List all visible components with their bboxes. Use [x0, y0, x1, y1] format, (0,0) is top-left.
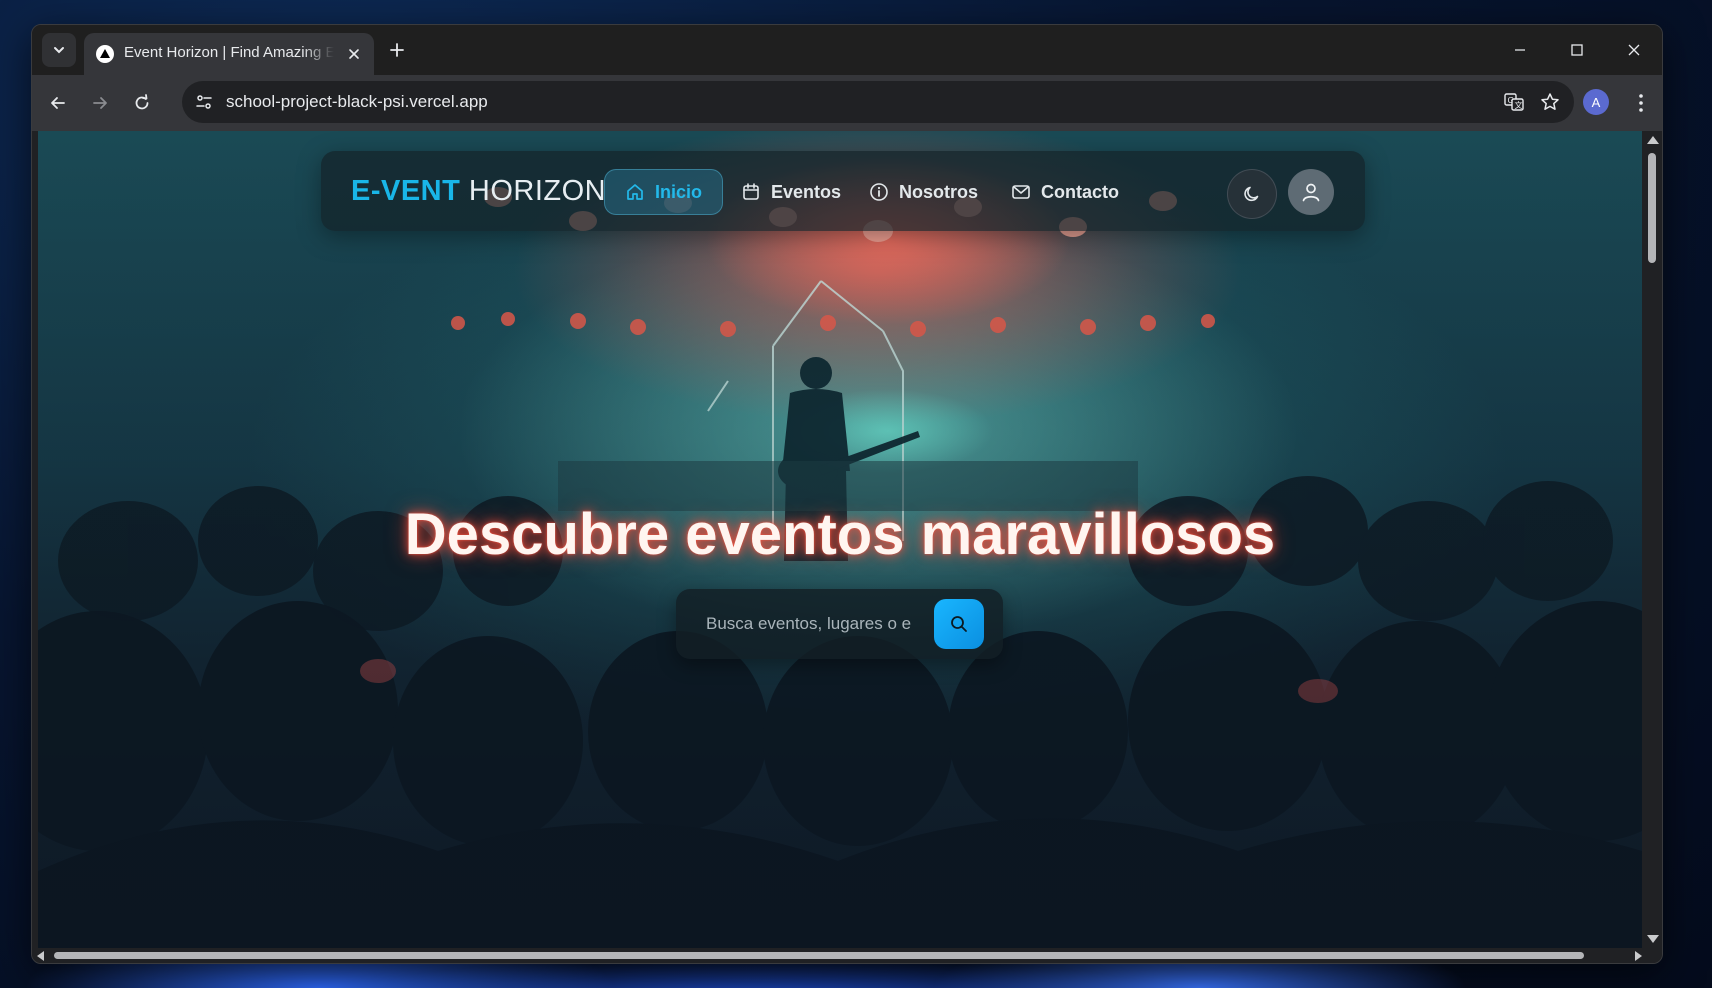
nav-label: Nosotros [899, 181, 979, 202]
chevron-down-icon [54, 47, 64, 54]
mail-icon [1011, 182, 1031, 202]
scroll-right-arrow-icon[interactable] [1635, 951, 1642, 961]
moon-icon [1244, 186, 1259, 202]
user-icon [1302, 183, 1320, 202]
plus-icon [390, 43, 404, 57]
nav-item-inicio[interactable]: Inicio [604, 169, 724, 215]
hero-title: Descubre eventos maravillosos [404, 502, 1276, 567]
svg-text:文: 文 [1515, 100, 1523, 110]
close-icon [1628, 44, 1639, 56]
site-settings-icon[interactable] [192, 90, 216, 114]
calendar-icon [741, 182, 761, 202]
maximize-icon [1570, 44, 1583, 56]
nav-label: Eventos [771, 181, 842, 202]
browser-menu-icon[interactable] [1629, 89, 1653, 117]
browser-toolbar: school-project-black-psi.vercel.app G文 A [32, 75, 1662, 131]
minimize-icon [1514, 49, 1525, 51]
logo-accent-text: E-VENT [351, 175, 461, 207]
scroll-left-arrow-icon[interactable] [37, 951, 44, 961]
logo-rest-text: HORIZON [468, 175, 607, 207]
arrow-right-icon [93, 97, 107, 109]
vertical-scroll-thumb[interactable] [1648, 153, 1656, 263]
minimize-button[interactable] [1491, 25, 1548, 75]
vertical-scrollbar[interactable] [1642, 131, 1662, 948]
maximize-button[interactable] [1548, 25, 1605, 75]
search-input[interactable] [690, 599, 930, 649]
search-button[interactable] [934, 599, 984, 649]
tab-search-button[interactable] [42, 33, 76, 67]
tab-close-icon[interactable] [344, 44, 364, 64]
page-viewport: E-VENT HORIZON Inicio Eventos Nosotros C… [38, 131, 1642, 948]
scroll-up-arrow-icon[interactable] [1647, 136, 1659, 144]
home-icon [625, 182, 645, 202]
nav-item-eventos[interactable]: Eventos [721, 169, 861, 215]
theme-toggle-button[interactable] [1227, 169, 1277, 219]
browser-window: Event Horizon | Find Amazing Events [31, 24, 1663, 964]
vercel-favicon-icon [96, 45, 114, 63]
browser-tab[interactable]: Event Horizon | Find Amazing Events [84, 33, 374, 75]
site-logo[interactable]: E-VENT HORIZON [351, 175, 606, 208]
back-button[interactable] [44, 89, 72, 117]
translate-icon[interactable]: G文 [1502, 90, 1526, 114]
bookmark-star-icon[interactable] [1538, 90, 1562, 114]
user-account-button[interactable] [1288, 169, 1334, 215]
tab-title: Event Horizon | Find Amazing Events [124, 44, 334, 61]
new-tab-button[interactable] [384, 37, 410, 63]
close-window-button[interactable] [1605, 25, 1662, 75]
scroll-down-arrow-icon[interactable] [1647, 935, 1659, 943]
nav-item-nosotros[interactable]: Nosotros [849, 169, 998, 215]
site-navbar: E-VENT HORIZON Inicio Eventos Nosotros C… [321, 151, 1365, 231]
arrow-left-icon [51, 97, 65, 109]
horizontal-scroll-thumb[interactable] [54, 952, 1584, 959]
forward-button[interactable] [86, 89, 114, 117]
profile-avatar[interactable]: A [1583, 89, 1609, 115]
hero-search [676, 589, 1003, 659]
nav-label: Contacto [1041, 181, 1119, 202]
reload-icon [135, 94, 149, 110]
reload-button[interactable] [128, 89, 156, 117]
window-controls [1491, 25, 1662, 75]
tab-strip: Event Horizon | Find Amazing Events [32, 25, 1662, 75]
horizontal-scrollbar[interactable] [32, 948, 1662, 963]
info-icon [869, 182, 889, 202]
nav-label: Inicio [655, 181, 703, 202]
search-icon [951, 616, 967, 632]
nav-item-contacto[interactable]: Contacto [991, 169, 1139, 215]
address-bar[interactable]: school-project-black-psi.vercel.app G文 [182, 81, 1574, 123]
url-text: school-project-black-psi.vercel.app [226, 92, 488, 111]
